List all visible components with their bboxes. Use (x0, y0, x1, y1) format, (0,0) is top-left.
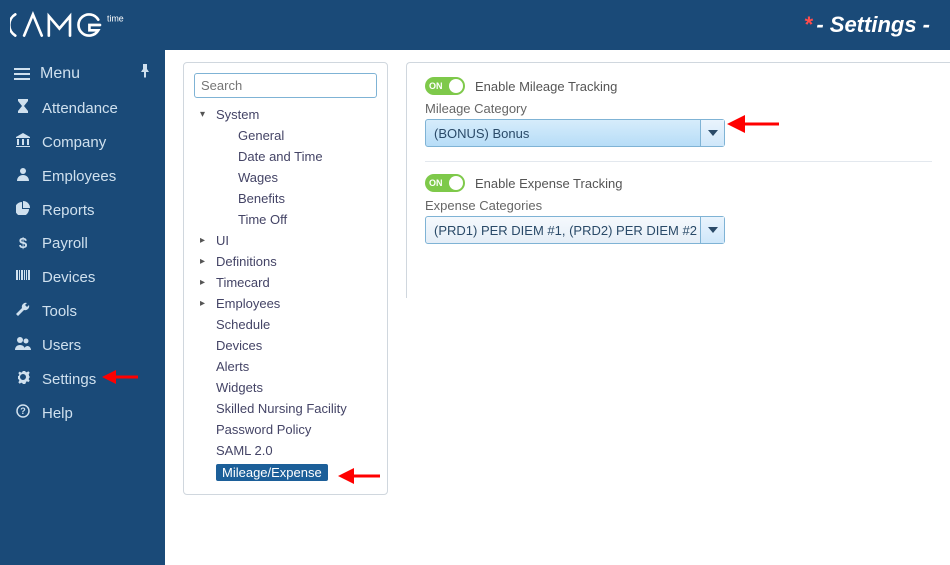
settings-tree-panel: ▾System ▸General ▸Date and Time ▸Wages ▸… (183, 62, 388, 495)
mileage-field-label: Mileage Category (425, 101, 932, 116)
dollar-icon: $ (14, 235, 32, 252)
expense-categories-dropdown[interactable]: (PRD1) PER DIEM #1, (PRD2) PER DIEM #2 (425, 216, 725, 244)
tree-leaf-widgets[interactable]: ▸Widgets (194, 377, 377, 398)
sidebar-item-label: Payroll (42, 235, 88, 252)
sidebar-item-label: Company (42, 134, 106, 151)
svg-text:time: time (107, 13, 124, 23)
pie-icon (14, 201, 32, 219)
tree-node-definitions[interactable]: ▸Definitions (194, 251, 377, 272)
sidebar-item-label: Attendance (42, 100, 118, 117)
sidebar-item-devices[interactable]: Devices (0, 260, 165, 294)
sidebar-item-settings[interactable]: Settings (0, 362, 165, 396)
mileage-category-dropdown[interactable]: (BONUS) Bonus (425, 119, 725, 147)
tree-leaf-alerts[interactable]: ▸Alerts (194, 356, 377, 377)
mileage-category-value: (BONUS) Bonus (434, 126, 529, 141)
app-header: time * - Settings - (0, 0, 950, 50)
tree-leaf-date-time[interactable]: ▸Date and Time (194, 146, 377, 167)
sidebar-menu-header[interactable]: Menu (0, 56, 165, 91)
page-title: * - Settings - (804, 12, 930, 38)
sidebar-item-label: Settings (42, 371, 96, 388)
tree-node-employees[interactable]: ▸Employees (194, 293, 377, 314)
sidebar: Menu Attendance Company Employees Report… (0, 50, 165, 565)
person-icon (14, 167, 32, 185)
sidebar-item-reports[interactable]: Reports (0, 193, 165, 227)
app-body: Menu Attendance Company Employees Report… (0, 50, 950, 565)
users-icon (14, 336, 32, 354)
sidebar-item-label: Tools (42, 303, 77, 320)
app-root: time * - Settings - Menu Attendance (0, 0, 950, 565)
menu-label: Menu (40, 65, 80, 83)
gear-icon (14, 370, 32, 388)
mileage-section: ON Enable Mileage Tracking Mileage Categ… (425, 77, 932, 147)
sidebar-item-label: Devices (42, 269, 95, 286)
sidebar-item-tools[interactable]: Tools (0, 294, 165, 328)
sidebar-item-label: Users (42, 337, 81, 354)
expense-toggle-label: Enable Expense Tracking (475, 176, 622, 191)
tree-leaf-mileage-expense[interactable]: ▸Mileage/Expense (194, 461, 377, 484)
settings-tree: ▾System ▸General ▸Date and Time ▸Wages ▸… (194, 104, 377, 484)
tree-leaf-time-off[interactable]: ▸Time Off (194, 209, 377, 230)
sidebar-item-payroll[interactable]: $ Payroll (0, 227, 165, 260)
sidebar-item-users[interactable]: Users (0, 328, 165, 362)
tree-node-ui[interactable]: ▸UI (194, 230, 377, 251)
expense-section: ON Enable Expense Tracking Expense Categ… (425, 161, 932, 244)
chevron-down-icon (700, 120, 724, 146)
sidebar-item-label: Employees (42, 168, 116, 185)
mileage-toggle-label: Enable Mileage Tracking (475, 79, 617, 94)
annotation-arrow-settings (100, 366, 140, 388)
hamburger-icon (14, 68, 30, 80)
tree-node-timecard[interactable]: ▸Timecard (194, 272, 377, 293)
app-logo: time (10, 9, 160, 41)
content-panel: ON Enable Mileage Tracking Mileage Categ… (406, 62, 950, 298)
tree-leaf-password-policy[interactable]: ▸Password Policy (194, 419, 377, 440)
wrench-icon (14, 302, 32, 320)
page-title-asterisk: * (804, 12, 813, 38)
expense-categories-value: (PRD1) PER DIEM #1, (PRD2) PER DIEM #2 (434, 223, 697, 238)
main-area: ▾System ▸General ▸Date and Time ▸Wages ▸… (165, 50, 950, 565)
tree-leaf-saml[interactable]: ▸SAML 2.0 (194, 440, 377, 461)
tree-leaf-benefits[interactable]: ▸Benefits (194, 188, 377, 209)
tree-leaf-devices[interactable]: ▸Devices (194, 335, 377, 356)
sidebar-item-label: Help (42, 405, 73, 422)
barcode-icon (14, 268, 32, 286)
sidebar-item-attendance[interactable]: Attendance (0, 91, 165, 125)
svg-text:?: ? (20, 406, 26, 416)
sidebar-item-employees[interactable]: Employees (0, 159, 165, 193)
tree-search-input[interactable] (194, 73, 377, 98)
tree-leaf-schedule[interactable]: ▸Schedule (194, 314, 377, 335)
tree-leaf-snf[interactable]: ▸Skilled Nursing Facility (194, 398, 377, 419)
tree-node-system[interactable]: ▾System (194, 104, 377, 125)
expense-toggle[interactable]: ON (425, 174, 465, 192)
question-icon: ? (14, 404, 32, 422)
mileage-toggle[interactable]: ON (425, 77, 465, 95)
sidebar-item-company[interactable]: Company (0, 125, 165, 159)
sidebar-item-label: Reports (42, 202, 95, 219)
hourglass-icon (14, 99, 32, 117)
tree-leaf-wages[interactable]: ▸Wages (194, 167, 377, 188)
page-title-text: - Settings - (816, 12, 930, 38)
tree-leaf-general[interactable]: ▸General (194, 125, 377, 146)
bank-icon (14, 133, 32, 151)
pin-icon[interactable] (139, 64, 151, 83)
chevron-down-icon (700, 217, 724, 243)
expense-field-label: Expense Categories (425, 198, 932, 213)
sidebar-item-help[interactable]: ? Help (0, 396, 165, 430)
